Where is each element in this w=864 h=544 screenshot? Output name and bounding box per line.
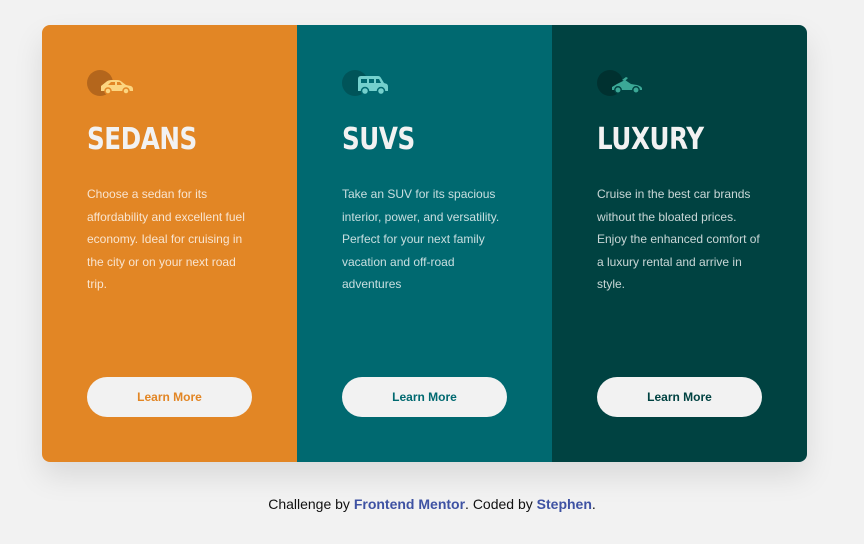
learn-more-button-sedans[interactable]: Learn More bbox=[87, 377, 252, 417]
author-link[interactable]: Stephen bbox=[537, 496, 592, 512]
card-title-sedans: SEDANS bbox=[87, 122, 197, 157]
card-sedans: SEDANS Choose a sedan for its affordabil… bbox=[42, 25, 297, 462]
attribution-middle: . Coded by bbox=[465, 496, 533, 512]
card-container: SEDANS Choose a sedan for its affordabil… bbox=[42, 25, 807, 462]
card-text-luxury: Cruise in the best car brands without th… bbox=[597, 187, 760, 291]
card-title-suvs: SUVS bbox=[342, 122, 415, 157]
attribution-prefix: Challenge by bbox=[268, 496, 350, 512]
frontend-mentor-link[interactable]: Frontend Mentor bbox=[354, 496, 465, 512]
card-text-suvs: Take an SUV for its spacious interior, p… bbox=[342, 187, 500, 291]
attribution-suffix: . bbox=[591, 496, 596, 512]
luxury-car-icon bbox=[597, 70, 642, 96]
learn-more-button-luxury[interactable]: Learn More bbox=[597, 377, 762, 417]
card-luxury: LUXURY Cruise in the best car brands wit… bbox=[552, 25, 807, 462]
attribution: Challenge by Frontend Mentor. Coded by S… bbox=[0, 496, 864, 512]
learn-more-button-suvs[interactable]: Learn More bbox=[342, 377, 507, 417]
suv-car-icon bbox=[342, 70, 388, 96]
card-title-luxury: LUXURY bbox=[597, 122, 704, 157]
sedan-car-icon bbox=[87, 70, 133, 96]
card-text-sedans: Choose a sedan for its affordability and… bbox=[87, 187, 245, 291]
card-suvs: SUVS Take an SUV for its spacious interi… bbox=[297, 25, 552, 462]
